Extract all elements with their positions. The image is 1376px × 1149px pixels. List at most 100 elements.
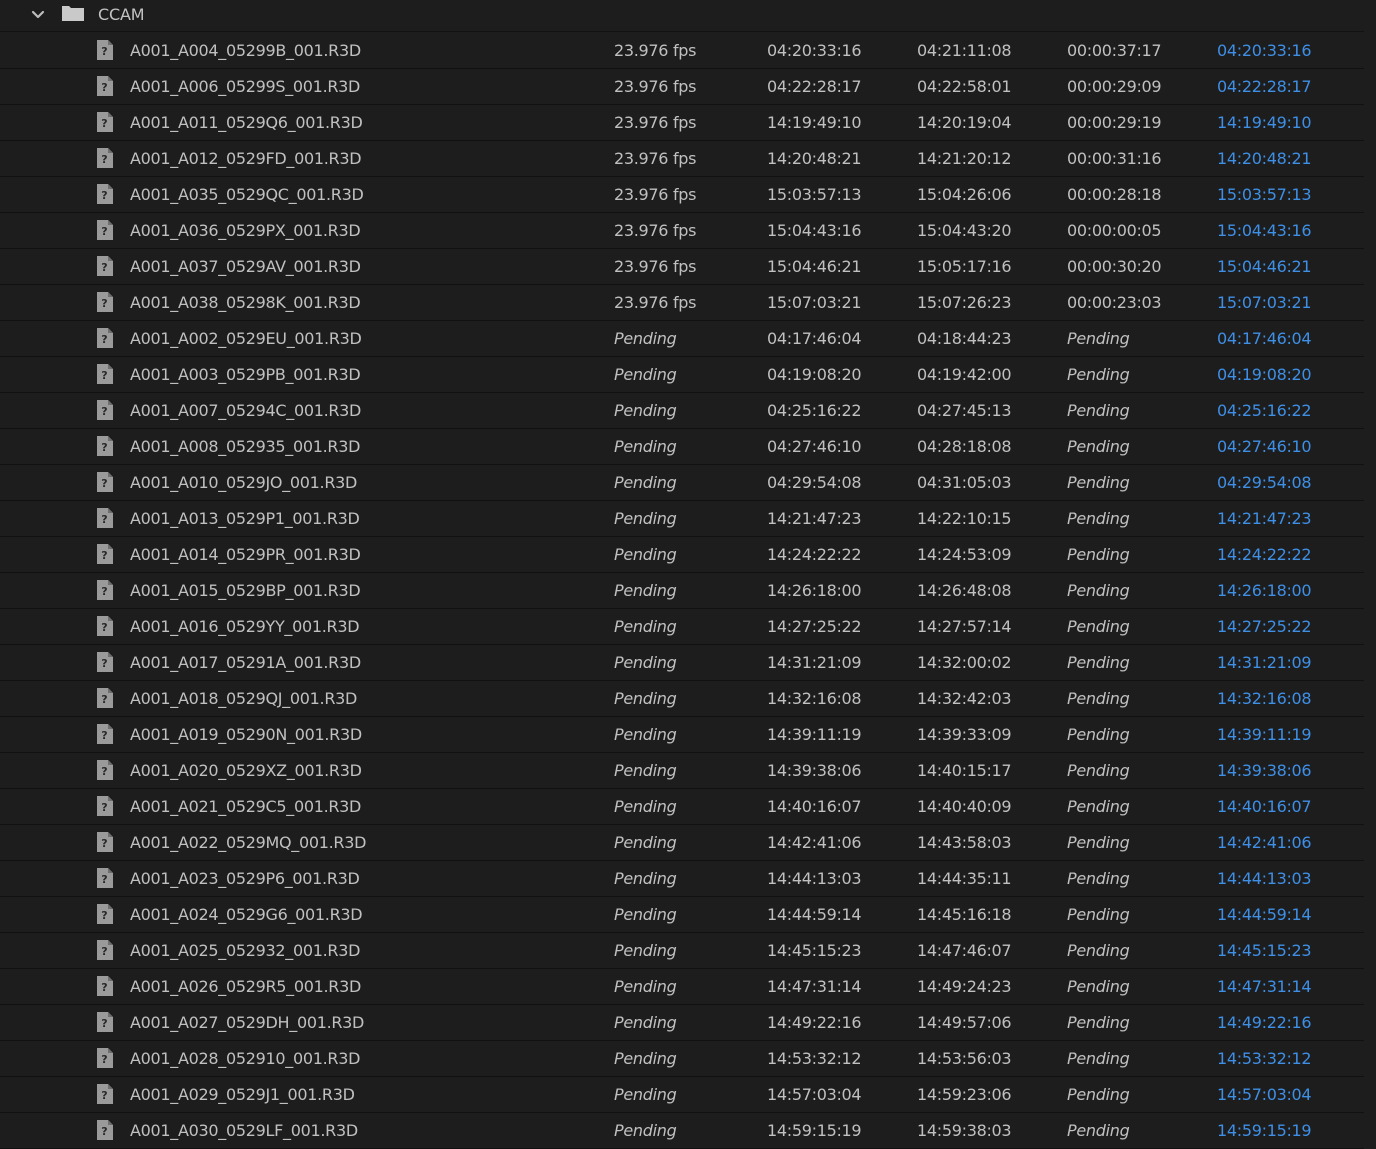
- media-duration: 00:00:00:05: [1067, 221, 1162, 240]
- clip-row[interactable]: ? A001_A027_0529DH_001.R3D Pending 14:49:22…: [0, 1005, 1364, 1041]
- missing-file-icon: ?: [96, 507, 114, 529]
- media-duration: 00:00:37:17: [1067, 41, 1162, 60]
- start-timecode[interactable]: 04:20:33:16: [1217, 41, 1312, 61]
- clip-row[interactable]: ? A001_A011_0529Q6_001.R3D 23.976 fps 14:19…: [0, 105, 1364, 141]
- bin-row-ccam[interactable]: CCAM: [0, 0, 1364, 32]
- clip-row[interactable]: ? A001_A021_0529C5_001.R3D Pending 14:40:16…: [0, 789, 1364, 825]
- start-timecode[interactable]: 14:39:38:06: [1217, 761, 1312, 781]
- clip-row[interactable]: ? A001_A013_0529P1_001.R3D Pending 14:21:47…: [0, 501, 1364, 537]
- frame-rate: Pending: [614, 1013, 677, 1032]
- start-timecode[interactable]: 15:04:46:21: [1217, 257, 1312, 277]
- clip-row[interactable]: ? A001_A003_0529PB_001.R3D Pending 04:19:08…: [0, 357, 1364, 393]
- start-timecode[interactable]: 04:29:54:08: [1217, 473, 1312, 493]
- clip-row[interactable]: ? A001_A036_0529PX_001.R3D 23.976 fps 15:04…: [0, 213, 1364, 249]
- missing-file-icon: ?: [96, 867, 114, 889]
- clip-row[interactable]: ? A001_A018_0529QJ_001.R3D Pending 14:32:16…: [0, 681, 1364, 717]
- clip-row[interactable]: ? A001_A004_05299B_001.R3D 23.976 fps 04:20…: [0, 33, 1364, 69]
- clip-row[interactable]: ? A001_A022_0529MQ_001.R3D Pending 14:42:41…: [0, 825, 1364, 861]
- start-timecode[interactable]: 14:21:47:23: [1217, 509, 1312, 529]
- frame-rate: Pending: [614, 833, 677, 852]
- clip-row[interactable]: ? A001_A024_0529G6_001.R3D Pending 14:44:59…: [0, 897, 1364, 933]
- svg-text:?: ?: [101, 1125, 107, 1138]
- frame-rate: Pending: [614, 401, 677, 420]
- start-timecode[interactable]: 14:20:48:21: [1217, 149, 1312, 169]
- clip-row[interactable]: ? A001_A012_0529FD_001.R3D 23.976 fps 14:20…: [0, 141, 1364, 177]
- svg-text:?: ?: [101, 981, 107, 994]
- clip-name: A001_A035_0529QC_001.R3D: [130, 185, 364, 204]
- clip-row[interactable]: ? A001_A026_0529R5_001.R3D Pending 14:47:31…: [0, 969, 1364, 1005]
- clip-row[interactable]: ? A001_A019_05290N_001.R3D Pending 14:39:11…: [0, 717, 1364, 753]
- clip-name: A001_A029_0529J1_001.R3D: [130, 1085, 355, 1104]
- start-timecode[interactable]: 14:47:31:14: [1217, 977, 1312, 997]
- start-timecode[interactable]: 14:31:21:09: [1217, 653, 1312, 673]
- start-timecode[interactable]: 14:39:11:19: [1217, 725, 1312, 745]
- clip-row[interactable]: ? A001_A002_0529EU_001.R3D Pending 04:17:46…: [0, 321, 1364, 357]
- clip-row[interactable]: ? A001_A030_0529LF_001.R3D Pending 14:59:15…: [0, 1113, 1364, 1149]
- frame-rate: Pending: [614, 977, 677, 996]
- clip-row[interactable]: ? A001_A037_0529AV_001.R3D 23.976 fps 15:04…: [0, 249, 1364, 285]
- clip-row[interactable]: ? A001_A016_0529YY_001.R3D Pending 14:27:25…: [0, 609, 1364, 645]
- start-timecode[interactable]: 14:45:15:23: [1217, 941, 1312, 961]
- start-timecode[interactable]: 14:24:22:22: [1217, 545, 1312, 565]
- clip-row[interactable]: ? A001_A028_052910_001.R3D Pending 14:53:32…: [0, 1041, 1364, 1077]
- start-timecode[interactable]: 04:27:46:10: [1217, 437, 1312, 457]
- media-start: 14:26:18:00: [767, 581, 862, 600]
- media-start: 14:53:32:12: [767, 1049, 862, 1068]
- clip-row[interactable]: ? A001_A015_0529BP_001.R3D Pending 14:26:18…: [0, 573, 1364, 609]
- clip-row[interactable]: ? A001_A020_0529XZ_001.R3D Pending 14:39:38…: [0, 753, 1364, 789]
- media-end: 14:24:53:09: [917, 545, 1012, 564]
- media-duration: 00:00:23:03: [1067, 293, 1162, 312]
- clip-name: A001_A038_05298K_001.R3D: [130, 293, 361, 312]
- start-timecode[interactable]: 14:44:59:14: [1217, 905, 1312, 925]
- missing-file-icon: ?: [96, 255, 114, 277]
- frame-rate: Pending: [614, 869, 677, 888]
- start-timecode[interactable]: 04:25:16:22: [1217, 401, 1312, 421]
- clip-row[interactable]: ? A001_A006_05299S_001.R3D 23.976 fps 04:22…: [0, 69, 1364, 105]
- clip-row[interactable]: ? A001_A010_0529JO_001.R3D Pending 04:29:54…: [0, 465, 1364, 501]
- clip-name: A001_A017_05291A_001.R3D: [130, 653, 361, 672]
- clip-row[interactable]: ? A001_A007_05294C_001.R3D Pending 04:25:16…: [0, 393, 1364, 429]
- clip-name: A001_A003_0529PB_001.R3D: [130, 365, 361, 384]
- svg-text:?: ?: [101, 261, 107, 274]
- missing-file-icon: ?: [96, 399, 114, 421]
- start-timecode[interactable]: 15:03:57:13: [1217, 185, 1312, 205]
- start-timecode[interactable]: 14:19:49:10: [1217, 113, 1312, 133]
- media-duration: Pending: [1067, 1085, 1130, 1104]
- clip-row[interactable]: ? A001_A008_052935_001.R3D Pending 04:27:46…: [0, 429, 1364, 465]
- clip-row[interactable]: ? A001_A038_05298K_001.R3D 23.976 fps 15:07…: [0, 285, 1364, 321]
- clip-row[interactable]: ? A001_A035_0529QC_001.R3D 23.976 fps 15:03…: [0, 177, 1364, 213]
- start-timecode[interactable]: 14:27:25:22: [1217, 617, 1312, 637]
- start-timecode[interactable]: 04:19:08:20: [1217, 365, 1312, 385]
- media-end: 04:31:05:03: [917, 473, 1012, 492]
- media-duration: 00:00:31:16: [1067, 149, 1162, 168]
- clip-row[interactable]: ? A001_A023_0529P6_001.R3D Pending 14:44:13…: [0, 861, 1364, 897]
- start-timecode[interactable]: 14:40:16:07: [1217, 797, 1312, 817]
- media-end: 14:53:56:03: [917, 1049, 1012, 1068]
- media-start: 04:22:28:17: [767, 77, 862, 96]
- start-timecode[interactable]: 14:49:22:16: [1217, 1013, 1312, 1033]
- start-timecode[interactable]: 14:53:32:12: [1217, 1049, 1312, 1069]
- start-timecode[interactable]: 04:17:46:04: [1217, 329, 1312, 349]
- start-timecode[interactable]: 14:42:41:06: [1217, 833, 1312, 853]
- clip-name: A001_A036_0529PX_001.R3D: [130, 221, 361, 240]
- start-timecode[interactable]: 15:07:03:21: [1217, 293, 1312, 313]
- start-timecode[interactable]: 15:04:43:16: [1217, 221, 1312, 241]
- clip-row[interactable]: ? A001_A017_05291A_001.R3D Pending 14:31:21…: [0, 645, 1364, 681]
- start-timecode[interactable]: 14:26:18:00: [1217, 581, 1312, 601]
- media-duration: Pending: [1067, 1013, 1130, 1032]
- start-timecode[interactable]: 14:32:16:08: [1217, 689, 1312, 709]
- clip-row[interactable]: ? A001_A025_052932_001.R3D Pending 14:45:15…: [0, 933, 1364, 969]
- start-timecode[interactable]: 14:44:13:03: [1217, 869, 1312, 889]
- media-end: 14:59:23:06: [917, 1085, 1012, 1104]
- missing-file-icon: ?: [96, 651, 114, 673]
- start-timecode[interactable]: 14:57:03:04: [1217, 1085, 1312, 1105]
- start-timecode[interactable]: 14:59:15:19: [1217, 1121, 1312, 1141]
- clip-name: A001_A037_0529AV_001.R3D: [130, 257, 361, 276]
- start-timecode[interactable]: 04:22:28:17: [1217, 77, 1312, 97]
- media-end: 14:40:15:17: [917, 761, 1012, 780]
- chevron-down-icon[interactable]: [29, 6, 47, 24]
- clip-row[interactable]: ? A001_A014_0529PR_001.R3D Pending 14:24:22…: [0, 537, 1364, 573]
- media-end: 15:07:26:23: [917, 293, 1012, 312]
- media-start: 04:20:33:16: [767, 41, 862, 60]
- clip-row[interactable]: ? A001_A029_0529J1_001.R3D Pending 14:57:03…: [0, 1077, 1364, 1113]
